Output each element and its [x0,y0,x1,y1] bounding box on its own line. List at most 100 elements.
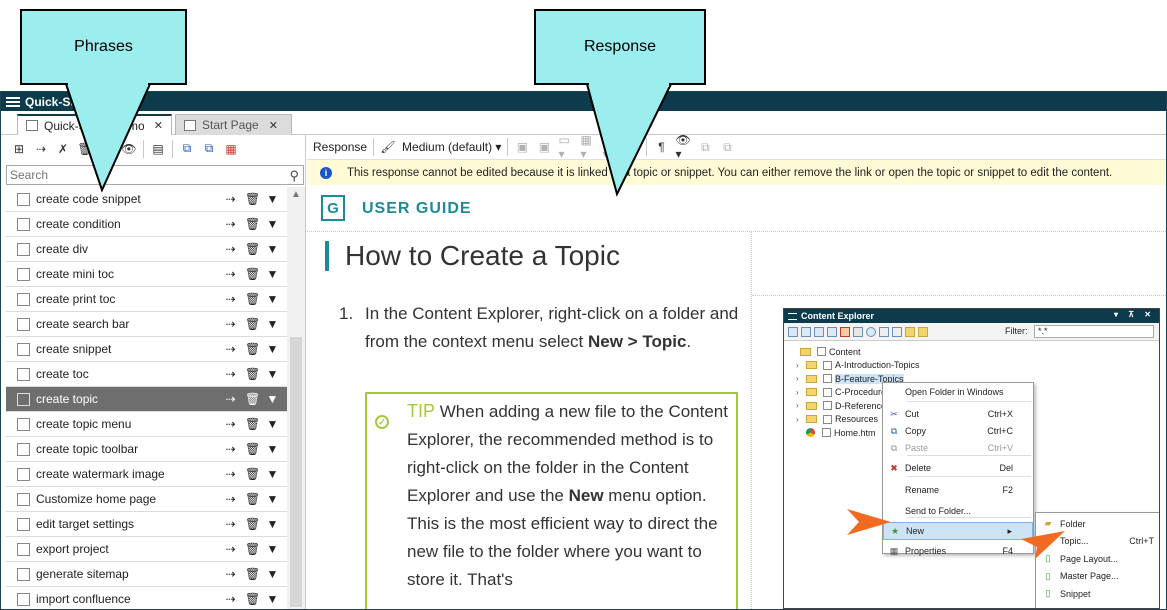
dropdown-icon[interactable]: ▼ [266,317,279,331]
phrase-row[interactable]: create topic menu ⇢ 🗑 ▼ [6,412,287,437]
insert-phrase-icon[interactable]: ⇢ [224,392,237,406]
delete-icon[interactable]: 🗑 [245,342,260,356]
insert-phrase-icon[interactable]: ⇢ [224,217,237,231]
phrase-row[interactable]: create topic ⇢ 🗑 ▼ [6,387,287,412]
phrase-row[interactable]: create print toc ⇢ 🗑 ▼ [6,287,287,312]
delete-icon[interactable]: 🗑 [245,192,260,206]
phrase-row[interactable]: create mini toc ⇢ 🗑 ▼ [6,262,287,287]
delete-icon[interactable]: 🗑 [245,217,260,231]
dropdown-icon[interactable]: ▼ [266,392,279,406]
phrase-checkbox[interactable] [17,317,30,331]
phrase-checkbox[interactable] [17,542,30,556]
insert-phrase-icon[interactable]: ⇢ [224,242,237,256]
insert-phrase-icon[interactable]: ⇢ [224,417,237,431]
phrase-checkbox[interactable] [17,192,30,206]
delete-icon[interactable]: 🗑 [245,242,260,256]
phrase-row[interactable]: export project ⇢ 🗑 ▼ [6,537,287,562]
grid-view-icon[interactable]: ▦ [223,141,239,157]
phrase-list-scrollbar[interactable]: ▲ [287,187,305,609]
phrase-row[interactable]: Customize home page ⇢ 🗑 ▼ [6,487,287,512]
phrase-row[interactable]: create topic toolbar ⇢ 🗑 ▼ [6,437,287,462]
dropdown-icon[interactable]: ▼ [266,267,279,281]
phrase-checkbox[interactable] [17,267,30,281]
phrase-checkbox[interactable] [17,492,30,506]
delete-icon[interactable]: 🗑 [245,592,260,606]
style-icon[interactable]: 🖌 [380,139,396,155]
phrase-checkbox[interactable] [17,392,30,406]
dropdown-icon[interactable]: ▼ [266,492,279,506]
phrase-row[interactable]: generate sitemap ⇢ 🗑 ▼ [6,562,287,587]
table-icon[interactable]: ▭ ▾ [558,133,574,161]
phrase-row[interactable]: create condition ⇢ 🗑 ▼ [6,212,287,237]
copy-icon[interactable]: ⧉ [697,139,713,155]
phrase-checkbox[interactable] [17,517,30,531]
phrase-checkbox[interactable] [17,567,30,581]
search-icon[interactable]: ⚲ [289,168,299,184]
add-phrase-icon[interactable]: ⊞ [11,141,27,157]
dropdown-icon[interactable]: ▼ [266,517,279,531]
dropdown-icon[interactable]: ▼ [266,342,279,356]
insert-phrase-icon[interactable]: ⇢ [224,342,237,356]
delete-icon[interactable]: 🗑 [245,392,260,406]
dropdown-icon[interactable]: ▼ [266,417,279,431]
dropdown-icon[interactable]: ▼ [266,592,279,606]
medium-dropdown[interactable]: Medium (default) ▾ [402,140,501,154]
phrase-checkbox[interactable] [17,367,30,381]
phrase-checkbox[interactable] [17,442,30,456]
phrase-row[interactable]: create toc ⇢ 🗑 ▼ [6,362,287,387]
hamburger-menu-icon[interactable] [6,96,20,107]
insert-phrase-icon[interactable]: ⇢ [224,267,237,281]
dropdown-icon[interactable]: ▼ [266,567,279,581]
phrase-checkbox[interactable] [17,467,30,481]
tab-start-page[interactable]: Start Page ✕ [175,114,292,135]
snippet-icon[interactable]: ▣ [536,139,552,155]
phrase-row[interactable]: import confluence ⇢ 🗑 ▼ [6,587,287,609]
dropdown-icon[interactable]: ▼ [266,467,279,481]
insert-phrase-icon[interactable]: ⇢ [224,292,237,306]
phrase-row[interactable]: create watermark image ⇢ 🗑 ▼ [6,462,287,487]
phrase-row[interactable]: create snippet ⇢ 🗑 ▼ [6,337,287,362]
delete-icon[interactable]: 🗑 [245,517,260,531]
dropdown-icon[interactable]: ▼ [266,442,279,456]
dropdown-icon[interactable]: ▼ [266,542,279,556]
dropdown-icon[interactable]: ▼ [266,292,279,306]
phrase-row[interactable]: edit target settings ⇢ 🗑 ▼ [6,512,287,537]
scrollbar-thumb[interactable] [290,337,302,607]
phrase-checkbox[interactable] [17,292,30,306]
insert-phrase-icon[interactable]: ⇢ [224,542,237,556]
insert-phrase-icon[interactable]: ⇢ [224,567,237,581]
delete-icon[interactable]: 🗑 [245,267,260,281]
dropdown-icon[interactable]: ▼ [266,367,279,381]
phrase-checkbox[interactable] [17,242,30,256]
delete-icon[interactable]: 🗑 [245,417,260,431]
dropdown-icon[interactable]: ▼ [266,192,279,206]
dropdown-icon[interactable]: ▼ [266,217,279,231]
insert-phrase-icon[interactable]: ⇢ [224,467,237,481]
delete-icon[interactable]: 🗑 [245,442,260,456]
close-tab-icon[interactable]: ✕ [269,119,278,132]
insert-phrase-icon[interactable]: ⇢ [224,192,237,206]
insert-phrase-icon[interactable]: ⇢ [224,367,237,381]
insert-phrase-icon[interactable]: ⇢ [224,517,237,531]
phrase-row[interactable]: create div ⇢ 🗑 ▼ [6,237,287,262]
insert-phrase-icon[interactable]: ⇢ [224,492,237,506]
view-icon[interactable]: 👁 ▾ [675,133,691,161]
collapse-all-icon[interactable]: ⧉ [201,141,217,157]
insert-phrase-icon[interactable]: ⇢ [33,141,49,157]
phrase-search-box[interactable]: ⚲ [6,165,304,185]
phrase-checkbox[interactable] [17,217,30,231]
delete-icon[interactable]: 🗑 [245,317,260,331]
delete-icon[interactable]: 🗑 [245,467,260,481]
close-tab-icon[interactable]: ✕ [154,119,163,132]
paste-icon[interactable]: ⧉ [719,139,735,155]
phrase-checkbox[interactable] [17,592,30,606]
dropdown-icon[interactable]: ▼ [266,242,279,256]
delete-icon[interactable]: 🗑 [245,567,260,581]
phrase-checkbox[interactable] [17,342,30,356]
image-icon[interactable]: ▣ [514,139,530,155]
delete-icon[interactable]: 🗑 [245,542,260,556]
delete-icon[interactable]: 🗑 [245,367,260,381]
delete-icon[interactable]: 🗑 [245,292,260,306]
insert-phrase-icon[interactable]: ⇢ [224,442,237,456]
insert-phrase-icon[interactable]: ⇢ [224,317,237,331]
